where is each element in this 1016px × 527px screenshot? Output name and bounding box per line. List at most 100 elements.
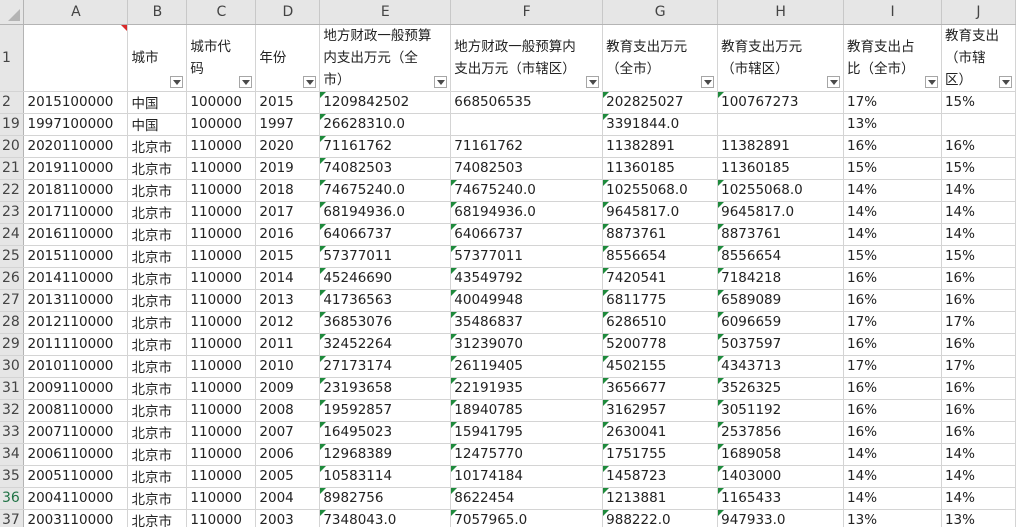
- data-cell-i[interactable]: 16%: [843, 399, 942, 422]
- data-cell-b[interactable]: 北京市: [127, 223, 188, 246]
- data-cell-g[interactable]: 8873761: [602, 223, 719, 246]
- data-cell-d[interactable]: 2009: [255, 377, 321, 400]
- data-cell-j[interactable]: 16%: [941, 421, 1016, 444]
- data-cell-a[interactable]: 2015110000: [23, 245, 129, 268]
- data-cell-i[interactable]: 13%: [843, 113, 942, 136]
- data-cell-g[interactable]: 8556654: [602, 245, 719, 268]
- data-cell-a[interactable]: 2009110000: [23, 377, 129, 400]
- data-cell-b[interactable]: 北京市: [127, 311, 188, 334]
- data-cell-h[interactable]: 8873761: [717, 223, 845, 246]
- data-cell-i[interactable]: 16%: [843, 135, 942, 158]
- data-cell-f[interactable]: 31239070: [450, 333, 604, 356]
- filter-dropdown-icon[interactable]: [827, 75, 841, 88]
- column-header-d[interactable]: D: [255, 0, 321, 25]
- data-cell-a[interactable]: 2005110000: [23, 465, 129, 488]
- data-cell-c[interactable]: 110000: [186, 201, 257, 224]
- data-cell-e[interactable]: 16495023: [319, 421, 452, 444]
- data-cell-e[interactable]: 45246690: [319, 267, 452, 290]
- data-cell-j[interactable]: 15%: [941, 157, 1016, 180]
- data-cell-d[interactable]: 2004: [255, 487, 321, 510]
- data-cell-a[interactable]: 2011110000: [23, 333, 129, 356]
- data-cell-c[interactable]: 110000: [186, 289, 257, 312]
- data-cell-b[interactable]: 北京市: [127, 201, 188, 224]
- row-number[interactable]: 28: [0, 311, 25, 334]
- data-cell-h[interactable]: 2537856: [717, 421, 845, 444]
- data-cell-a[interactable]: 2013110000: [23, 289, 129, 312]
- data-cell-i[interactable]: 17%: [843, 355, 942, 378]
- column-header-f[interactable]: F: [450, 0, 604, 25]
- row-number[interactable]: 19: [0, 113, 25, 136]
- data-cell-a[interactable]: 2018110000: [23, 179, 129, 202]
- header-cell-g[interactable]: 教育支出万元（全市）: [602, 24, 719, 92]
- data-cell-f[interactable]: 74675240.0: [450, 179, 604, 202]
- data-cell-d[interactable]: 2017: [255, 201, 321, 224]
- data-cell-g[interactable]: 4502155: [602, 355, 719, 378]
- data-cell-c[interactable]: 110000: [186, 135, 257, 158]
- data-cell-a[interactable]: 2003110000: [23, 509, 129, 527]
- data-cell-h[interactable]: [717, 113, 845, 136]
- data-cell-i[interactable]: 17%: [843, 91, 942, 114]
- row-number[interactable]: 31: [0, 377, 25, 400]
- data-cell-d[interactable]: 2012: [255, 311, 321, 334]
- filter-dropdown-icon[interactable]: [924, 75, 938, 88]
- data-cell-c[interactable]: 110000: [186, 509, 257, 527]
- data-cell-i[interactable]: 14%: [843, 179, 942, 202]
- data-cell-d[interactable]: 2019: [255, 157, 321, 180]
- data-cell-j[interactable]: 16%: [941, 377, 1016, 400]
- data-cell-c[interactable]: 110000: [186, 465, 257, 488]
- data-cell-a[interactable]: 2012110000: [23, 311, 129, 334]
- data-cell-i[interactable]: 16%: [843, 289, 942, 312]
- column-header-i[interactable]: I: [843, 0, 942, 25]
- row-number[interactable]: 20: [0, 135, 25, 158]
- data-cell-h[interactable]: 947933.0: [717, 509, 845, 527]
- data-cell-d[interactable]: 2005: [255, 465, 321, 488]
- data-cell-c[interactable]: 110000: [186, 179, 257, 202]
- data-cell-i[interactable]: 17%: [843, 311, 942, 334]
- data-cell-f[interactable]: 57377011: [450, 245, 604, 268]
- header-cell-b[interactable]: 城市: [127, 24, 188, 92]
- data-cell-f[interactable]: 18940785: [450, 399, 604, 422]
- data-cell-b[interactable]: 北京市: [127, 421, 188, 444]
- data-cell-c[interactable]: 110000: [186, 157, 257, 180]
- data-cell-g[interactable]: 3162957: [602, 399, 719, 422]
- data-cell-f[interactable]: 15941795: [450, 421, 604, 444]
- data-cell-g[interactable]: 988222.0: [602, 509, 719, 527]
- row-number[interactable]: 30: [0, 355, 25, 378]
- data-cell-g[interactable]: 7420541: [602, 267, 719, 290]
- data-cell-b[interactable]: 北京市: [127, 289, 188, 312]
- data-cell-j[interactable]: 14%: [941, 201, 1016, 224]
- data-cell-d[interactable]: 2011: [255, 333, 321, 356]
- data-cell-b[interactable]: 北京市: [127, 465, 188, 488]
- data-cell-c[interactable]: 110000: [186, 223, 257, 246]
- data-cell-j[interactable]: 15%: [941, 245, 1016, 268]
- data-cell-e[interactable]: 23193658: [319, 377, 452, 400]
- data-cell-i[interactable]: 14%: [843, 465, 942, 488]
- column-header-g[interactable]: G: [602, 0, 719, 25]
- data-cell-g[interactable]: 10255068.0: [602, 179, 719, 202]
- filter-dropdown-icon[interactable]: [586, 75, 600, 88]
- filter-dropdown-icon[interactable]: [303, 75, 317, 88]
- row-number[interactable]: 36: [0, 487, 25, 510]
- data-cell-a[interactable]: 2004110000: [23, 487, 129, 510]
- data-cell-b[interactable]: 北京市: [127, 179, 188, 202]
- data-cell-g[interactable]: 5200778: [602, 333, 719, 356]
- data-cell-f[interactable]: 68194936.0: [450, 201, 604, 224]
- column-header-b[interactable]: B: [127, 0, 188, 25]
- data-cell-b[interactable]: 北京市: [127, 267, 188, 290]
- data-cell-a[interactable]: 2017110000: [23, 201, 129, 224]
- data-cell-g[interactable]: 1213881: [602, 487, 719, 510]
- row-number[interactable]: 27: [0, 289, 25, 312]
- data-cell-f[interactable]: 64066737: [450, 223, 604, 246]
- data-cell-i[interactable]: 15%: [843, 245, 942, 268]
- data-cell-e[interactable]: 74082503: [319, 157, 452, 180]
- data-cell-i[interactable]: 14%: [843, 201, 942, 224]
- data-cell-a[interactable]: 2020110000: [23, 135, 129, 158]
- data-cell-h[interactable]: 3526325: [717, 377, 845, 400]
- select-all-corner[interactable]: [0, 0, 25, 25]
- data-cell-c[interactable]: 110000: [186, 443, 257, 466]
- data-cell-d[interactable]: 2007: [255, 421, 321, 444]
- data-cell-a[interactable]: 2010110000: [23, 355, 129, 378]
- filter-dropdown-icon[interactable]: [701, 75, 715, 88]
- data-cell-i[interactable]: 16%: [843, 333, 942, 356]
- data-cell-b[interactable]: 中国: [127, 113, 188, 136]
